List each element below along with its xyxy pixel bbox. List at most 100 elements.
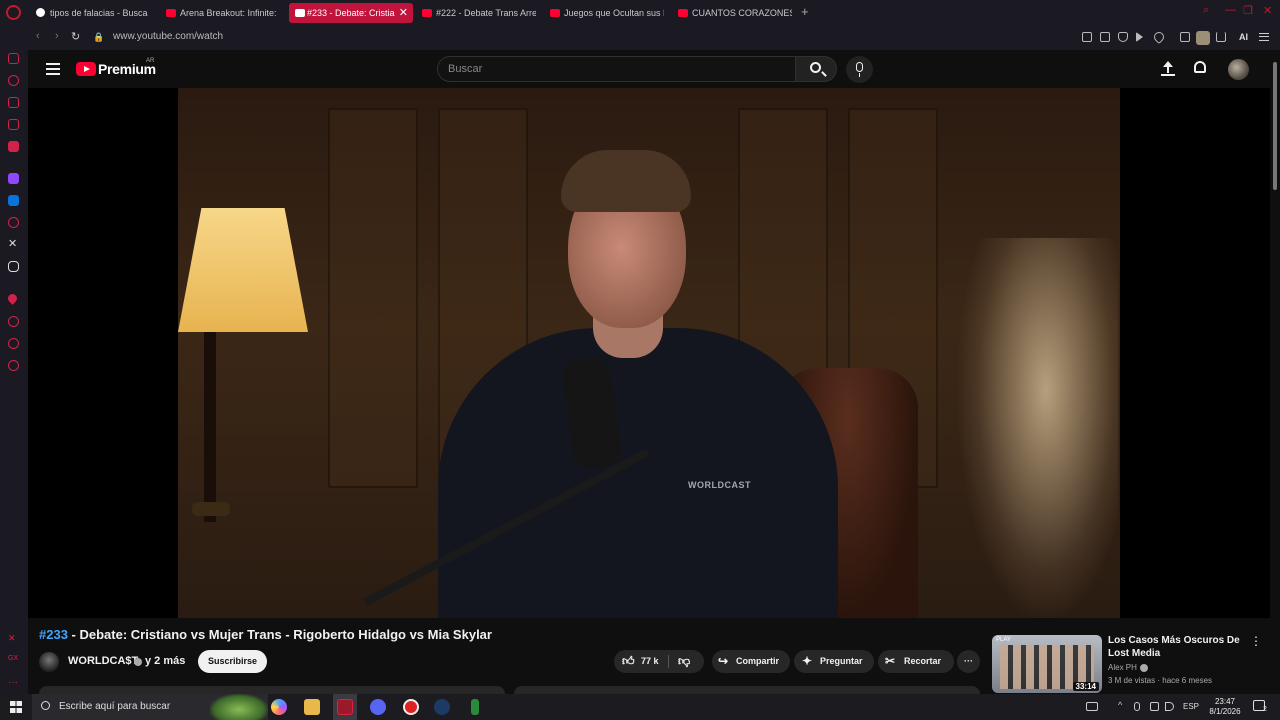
app-icon[interactable] [471, 699, 479, 715]
video-frame: WORLDCAST [178, 88, 1120, 618]
tab-juegos[interactable]: Juegos que Ocultan sus M [550, 3, 664, 23]
browser-tab-bar: tipos de falacias - Buscar Arena Breakou… [0, 0, 1280, 26]
like-icon[interactable]: 👍︎ [622, 650, 635, 673]
tab-title: #233 - Debate: Cristia [307, 8, 395, 18]
tidal-icon[interactable] [8, 141, 19, 152]
youtube-icon [678, 9, 688, 17]
more-icon[interactable]: ··· [8, 677, 19, 688]
volume-icon[interactable] [1165, 702, 1174, 711]
search-icon [41, 701, 50, 710]
youtube-header: Premium AR [28, 50, 1270, 88]
tab-search-icon[interactable]: ⌕ [1203, 4, 1209, 17]
language-indicator[interactable]: ESP [1183, 702, 1199, 711]
downloads-icon[interactable] [8, 338, 19, 349]
recommendation-thumbnail[interactable]: PLAY 33:14 [992, 635, 1102, 693]
recommendation-title[interactable]: Los Casos Más Oscuros De Lost Media [1108, 634, 1246, 660]
steam-icon[interactable] [434, 699, 450, 715]
video-player[interactable]: WORLDCAST [28, 88, 1270, 618]
maximize-icon[interactable]: ❐ [1243, 4, 1253, 17]
youtube-logo-icon[interactable] [76, 62, 96, 76]
like-dislike-group: 👍︎ 77 k 👎︎ [614, 650, 704, 673]
aria-ai-button[interactable]: AI [1239, 32, 1248, 42]
profile-icon[interactable] [1196, 31, 1210, 45]
microphone-icon[interactable] [1134, 702, 1140, 711]
tab-title: #222 - Debate Trans Arre [436, 8, 536, 18]
browser-sidebar: ✕ ✕ GX ··· [0, 26, 28, 694]
minimize-icon[interactable]: — [1225, 4, 1236, 16]
dislike-icon[interactable]: 👎︎ [678, 650, 690, 673]
forward-icon[interactable]: › [55, 30, 59, 42]
history-icon[interactable] [8, 316, 19, 327]
settings-icon[interactable] [8, 360, 19, 371]
opera-gx-icon[interactable] [337, 699, 353, 715]
reload-icon[interactable]: ↻ [71, 30, 80, 43]
like-count[interactable]: 77 k [641, 650, 659, 673]
x-twitter-icon[interactable]: ✕ [8, 239, 19, 250]
channel-name[interactable]: WORLDCA$T [68, 655, 138, 667]
search-input[interactable] [437, 56, 796, 82]
opera-logo-icon[interactable] [6, 5, 21, 20]
subscribe-button[interactable]: Suscribirse [198, 650, 267, 673]
collaborators-link[interactable]: y 2 más [145, 655, 185, 667]
tab-corazones[interactable]: CUANTOS CORAZONES T [678, 3, 792, 23]
opera-icon[interactable] [403, 699, 419, 715]
notifications-bell-icon[interactable] [1194, 61, 1206, 73]
shield-icon[interactable] [1118, 32, 1128, 42]
discord-icon[interactable] [8, 261, 19, 272]
recommendation-channel[interactable]: Alex PH [1108, 663, 1137, 672]
gx-icon[interactable]: GX [8, 655, 19, 666]
taskbar-search-box[interactable]: Escribe aquí para buscar [32, 694, 268, 720]
network-icon[interactable] [1150, 702, 1159, 711]
heart-icon[interactable] [1151, 29, 1167, 45]
tab-arena-breakout[interactable]: Arena Breakout: Infinite: T [166, 3, 278, 23]
aria-icon[interactable] [8, 75, 19, 86]
close-tab-icon[interactable]: ✕ [399, 3, 408, 23]
tab-title: CUANTOS CORAZONES T [692, 8, 792, 18]
copilot-icon[interactable] [271, 699, 287, 715]
scrollbar-thumb[interactable] [1273, 62, 1277, 190]
discord-icon[interactable] [370, 699, 386, 715]
url-field[interactable]: www.youtube.com/watch [113, 31, 223, 42]
more-actions-button[interactable]: ··· [957, 650, 980, 673]
windows-taskbar: Escribe aquí para buscar ^ ESP 23:47 8/1… [0, 694, 1280, 720]
chevron-up-icon[interactable]: ^ [1118, 700, 1127, 710]
heart-icon[interactable] [6, 292, 19, 305]
easy-setup-icon[interactable] [1259, 33, 1269, 41]
snapshot-icon[interactable] [1100, 32, 1110, 42]
ask-button[interactable]: ✦ Preguntar [794, 650, 874, 673]
extensions-icon[interactable] [1180, 32, 1190, 42]
download-icon[interactable] [1216, 32, 1226, 42]
vk-icon[interactable] [8, 195, 19, 206]
back-icon[interactable]: ‹ [36, 30, 40, 42]
tab-google-search[interactable]: tipos de falacias - Buscar [36, 3, 148, 23]
hashtag-link[interactable]: #233 [39, 627, 68, 642]
share-button[interactable]: ↪ Compartir [712, 650, 790, 673]
page-scrollbar[interactable] [1270, 50, 1280, 694]
windows-start-icon[interactable] [10, 701, 22, 713]
player-icon[interactable] [1136, 32, 1143, 42]
menu-icon[interactable] [46, 63, 60, 75]
account-avatar[interactable] [1228, 59, 1249, 80]
close-window-icon[interactable]: ✕ [1263, 4, 1272, 17]
twitch-icon[interactable] [8, 173, 19, 184]
tab-debate-233[interactable]: #233 - Debate: Cristia ✕ [289, 3, 413, 23]
search-highlight-image [210, 694, 268, 720]
voice-search-button[interactable] [846, 56, 873, 83]
clip-button[interactable]: ✂ Recortar [878, 650, 954, 673]
instagram-icon[interactable] [8, 217, 19, 228]
channel-avatar[interactable] [39, 652, 59, 672]
new-tab-button[interactable]: + [801, 4, 809, 19]
wall-panel [328, 108, 418, 488]
tab-debate-222[interactable]: #222 - Debate Trans Arre [422, 3, 536, 23]
kebab-menu-icon[interactable]: ⋮ [1250, 634, 1262, 648]
taskbar-clock[interactable]: 23:47 8/1/2026 [1206, 697, 1244, 717]
messenger-icon[interactable] [8, 53, 19, 64]
upload-icon[interactable] [1161, 60, 1175, 76]
pin-icon[interactable]: ✕ [8, 633, 19, 644]
file-explorer-icon[interactable] [304, 699, 320, 715]
bookmark-icon[interactable] [1082, 32, 1092, 42]
keyboard-icon[interactable] [1086, 702, 1098, 711]
pinboard-icon[interactable] [8, 119, 19, 130]
crypto-wallet-icon[interactable] [8, 97, 19, 108]
search-button[interactable] [795, 56, 837, 82]
